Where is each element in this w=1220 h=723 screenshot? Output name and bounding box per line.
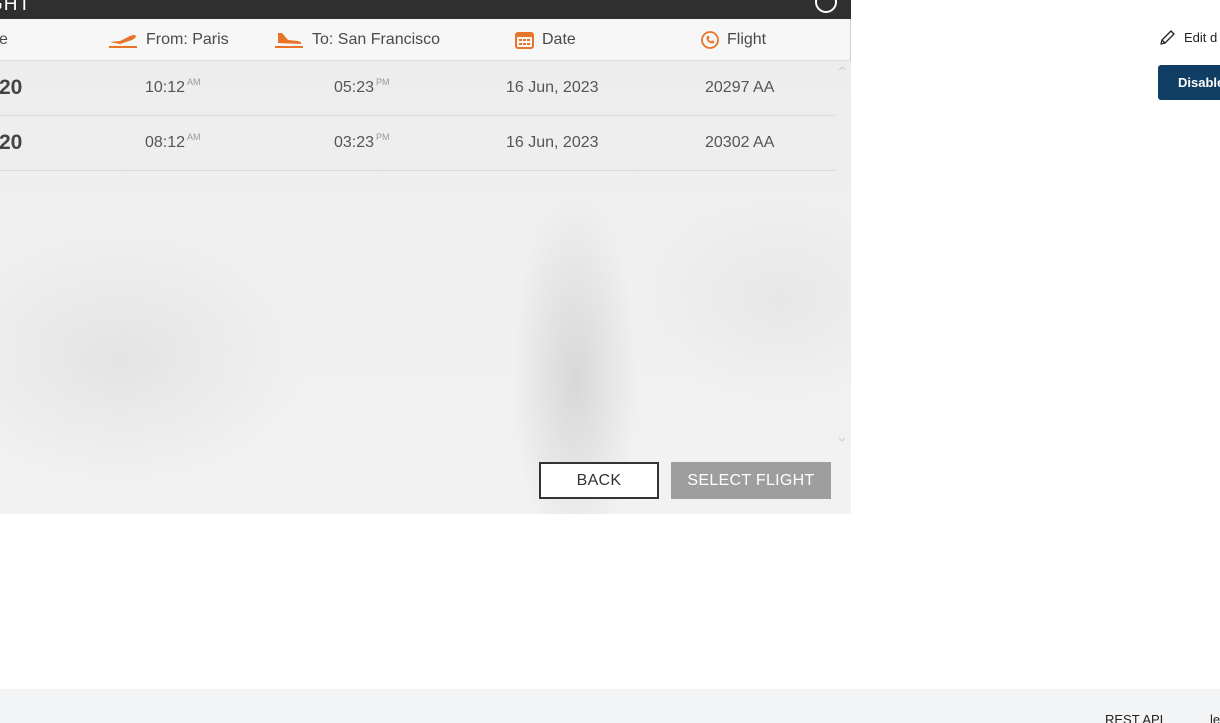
calendar-icon — [515, 32, 534, 49]
column-header-row: e From: Paris To: San Francisco Date Fli… — [0, 19, 851, 61]
column-header-price-label: e — [0, 31, 8, 48]
back-button[interactable]: BACK — [539, 462, 659, 499]
scroll-down-arrow[interactable] — [838, 435, 846, 443]
row-price: 20 — [0, 131, 23, 154]
edit-link-label: Edit d — [1184, 30, 1218, 45]
chevron-up-icon — [838, 66, 846, 71]
column-header-flight-label: Flight — [727, 31, 767, 48]
panel-title-bar: GHT — [0, 0, 851, 19]
row-depart-time: 10:12 AM — [145, 61, 201, 115]
help-icon[interactable] — [815, 0, 837, 13]
flight-row[interactable]: 20 10:12 AM 05:23 PM 16 Jun, 2023 20297 AA — [0, 61, 835, 116]
row-flight-number: 20297 AA — [705, 79, 775, 96]
row-depart-time: 08:12 AM — [145, 116, 201, 170]
row-arrive-time: 03:23 PM — [334, 116, 390, 170]
row-price: 20 — [0, 76, 23, 99]
footer-link-rest-api[interactable]: REST API — [1105, 712, 1163, 723]
row-flight-number: 20302 AA — [705, 134, 775, 151]
footer-link[interactable]: le — [1210, 712, 1220, 723]
disable-button[interactable]: Disable — [1158, 65, 1220, 100]
panel-title: GHT — [0, 0, 32, 15]
edit-link[interactable]: Edit d — [1159, 29, 1217, 46]
row-arrive-ampm: PM — [376, 132, 390, 142]
phone-icon — [701, 31, 719, 49]
column-header-from-label: From: Paris — [146, 31, 229, 48]
column-header-price[interactable]: e — [0, 19, 8, 61]
row-date: 16 Jun, 2023 — [506, 134, 599, 151]
row-depart-time-value: 10:12 — [145, 79, 186, 96]
row-arrive-time-value: 05:23 — [334, 79, 375, 96]
row-arrive-ampm: PM — [376, 77, 390, 87]
column-header-from[interactable]: From: Paris — [108, 19, 229, 61]
column-header-flight[interactable]: Flight — [701, 19, 766, 61]
column-header-date[interactable]: Date — [515, 19, 576, 61]
row-depart-ampm: AM — [187, 77, 201, 87]
row-depart-ampm: AM — [187, 132, 201, 142]
chevron-down-icon — [838, 437, 846, 442]
column-header-to-label: To: San Francisco — [312, 31, 441, 48]
disable-button-label: Disable — [1178, 75, 1220, 90]
row-depart-time-value: 08:12 — [145, 134, 186, 151]
column-header-date-label: Date — [542, 31, 576, 48]
plane-landing-icon — [275, 33, 303, 48]
row-date: 16 Jun, 2023 — [506, 79, 599, 96]
row-arrive-time-value: 03:23 — [334, 134, 375, 151]
column-header-to[interactable]: To: San Francisco — [274, 19, 440, 61]
flight-selection-panel: GHT e From: Paris To: San Francisco — [0, 0, 851, 514]
footer: REST API le — [0, 689, 1220, 723]
scroll-up-arrow[interactable] — [838, 63, 846, 71]
select-flight-button[interactable]: SELECT FLIGHT — [671, 462, 831, 499]
pencil-icon — [1160, 30, 1175, 45]
plane-takeoff-icon — [109, 35, 137, 48]
flight-row[interactable]: 20 08:12 AM 03:23 PM 16 Jun, 2023 20302 AA — [0, 116, 835, 171]
row-arrive-time: 05:23 PM — [334, 61, 390, 115]
